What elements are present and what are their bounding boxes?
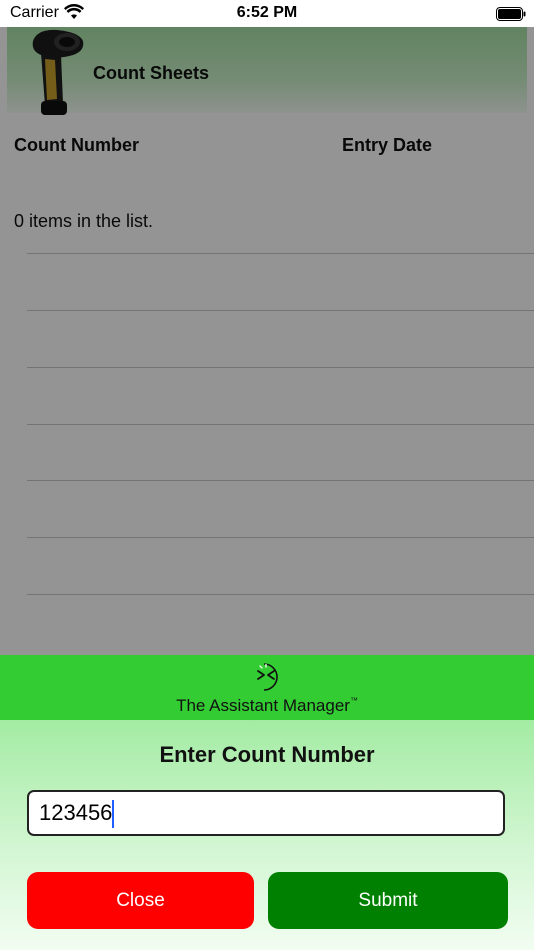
enter-count-modal: The Assistant Manager™ Enter Count Numbe… [0, 655, 534, 950]
modal-title: Enter Count Number [159, 742, 375, 767]
trademark-mark: ™ [349, 696, 358, 705]
brand-name-text: The Assistant Manager [176, 696, 350, 715]
close-button[interactable]: Close [27, 872, 254, 929]
status-time: 6:52 PM [236, 4, 298, 21]
modal-body: Enter Count Number Close Submit [0, 720, 534, 950]
brand-logo-icon [250, 660, 284, 699]
submit-button[interactable]: Submit [268, 872, 508, 929]
brand-name: The Assistant Manager™ [0, 696, 534, 716]
brand-banner: The Assistant Manager™ [0, 655, 534, 720]
status-bar: Carrier 6:52 PM [0, 0, 534, 27]
text-cursor [112, 800, 114, 828]
battery-icon [496, 7, 526, 26]
count-number-input[interactable] [27, 790, 505, 836]
